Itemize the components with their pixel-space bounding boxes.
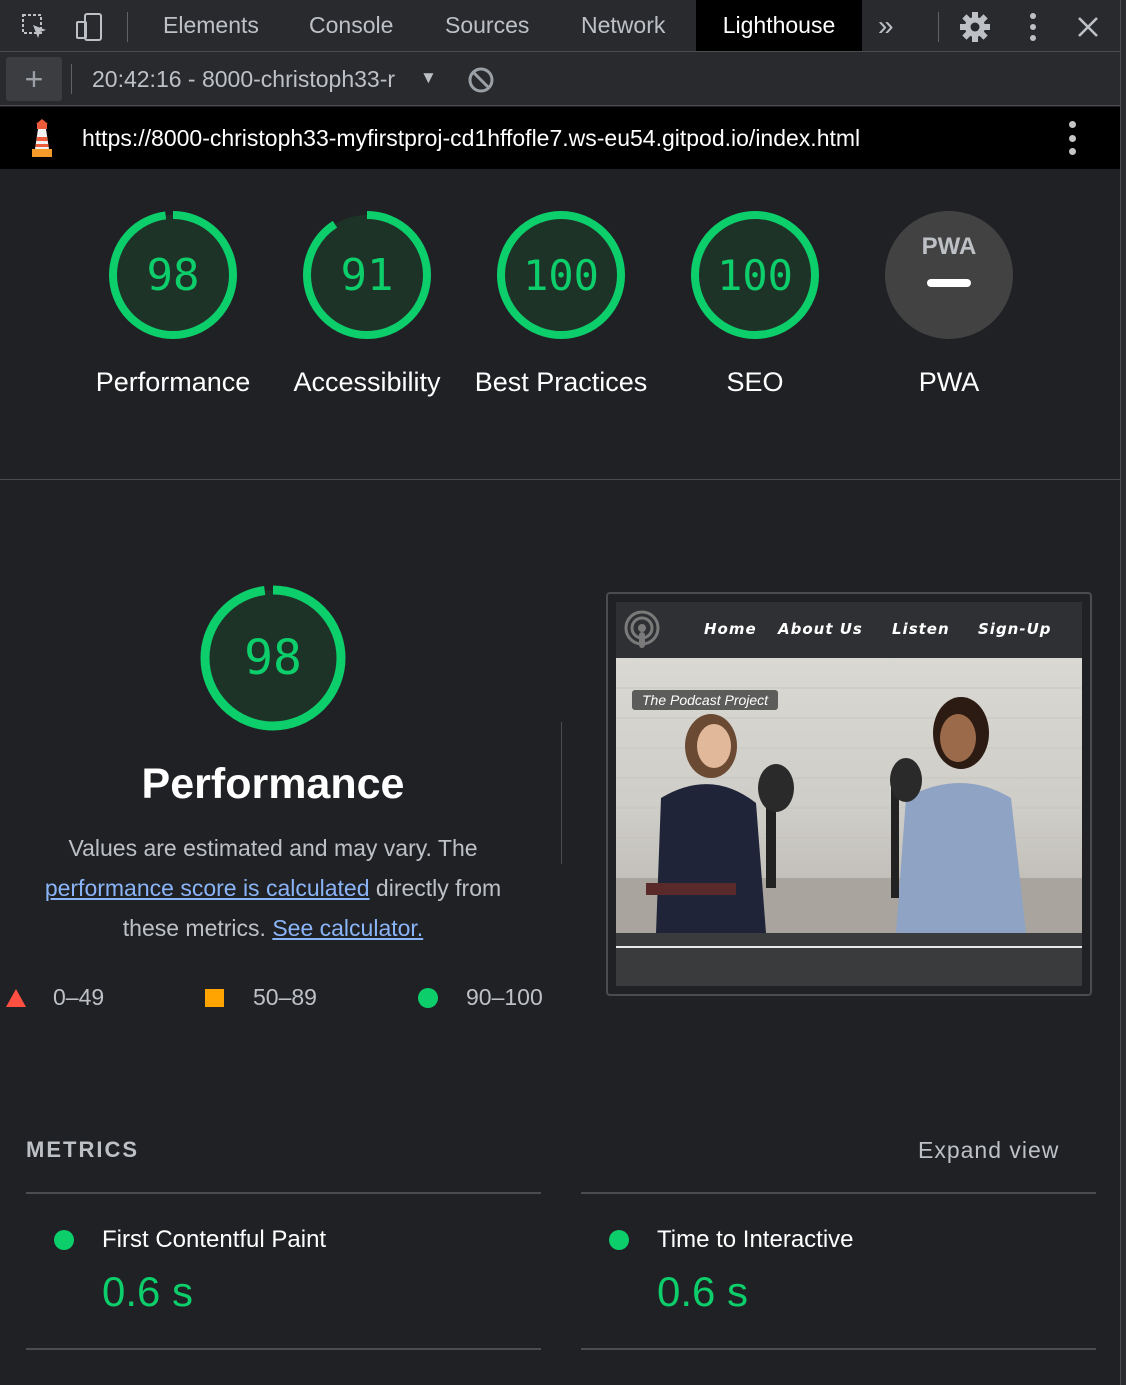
device-toolbar-icon[interactable]: [72, 10, 106, 44]
close-icon[interactable]: [1071, 10, 1105, 44]
tab-sources[interactable]: Sources: [423, 0, 551, 51]
page-screenshot: Home About Us Listen Sign-Up The Podcast…: [616, 602, 1082, 986]
devtools-tabbar: Elements Console Sources Network Lightho…: [0, 0, 1126, 52]
performance-title: Performance: [141, 760, 405, 808]
metric-first-contentful-paint: First Contentful Paint 0.6 s: [26, 1194, 541, 1349]
chevron-down-icon[interactable]: ▼: [420, 68, 437, 88]
podcast-icon: [624, 610, 660, 648]
gauge-label: Performance: [95, 367, 251, 397]
performance-description: Values are estimated and may vary. The p…: [20, 828, 526, 948]
lighthouse-toolbar: + 20:42:16 - 8000-christoph33-r ▼: [0, 52, 1126, 106]
report-url[interactable]: https://8000-christoph33-myfirstproj-cd1…: [82, 125, 860, 152]
gauge-label: PWA: [918, 367, 980, 397]
legend-range: 50–89: [253, 984, 317, 1010]
metric-value: 0.6 s: [657, 1268, 749, 1315]
pass-circle-icon: [418, 987, 438, 1008]
site-nav-about: About Us: [778, 620, 863, 638]
site-nav: Home About Us Listen Sign-Up: [616, 602, 1082, 658]
gauge-seo[interactable]: 100 SEO: [665, 210, 845, 402]
pwa-dash-icon: [927, 279, 971, 287]
legend-average: 50–89: [204, 984, 317, 1011]
gauge-label: SEO: [726, 367, 784, 397]
legend-range: 90–100: [466, 984, 543, 1010]
gauge-pwa[interactable]: PWA PWA: [859, 210, 1039, 402]
gauge-accessibility[interactable]: 91 Accessibility: [277, 210, 457, 402]
site-nav-signup: Sign-Up: [978, 620, 1052, 638]
score-calculation-link[interactable]: performance score is calculated: [45, 875, 370, 901]
metric-value: 0.6 s: [102, 1268, 194, 1315]
legend-fail: 0–49: [5, 984, 104, 1011]
legend-pass: 90–100: [417, 984, 543, 1011]
metric-time-to-interactive: Time to Interactive 0.6 s: [581, 1194, 1096, 1349]
gauge-score: 100: [717, 251, 793, 300]
gauge-label: Accessibility: [293, 367, 441, 397]
metric-name: Time to Interactive: [657, 1226, 854, 1253]
scrollbar[interactable]: [1120, 0, 1126, 1385]
report-selector[interactable]: 20:42:16 - 8000-christoph33-r: [92, 66, 412, 93]
tabbar-divider: [127, 12, 128, 42]
metrics-heading: METRICS: [26, 1137, 139, 1162]
tab-console[interactable]: Console: [287, 0, 415, 51]
pass-dot-icon: [54, 1230, 74, 1250]
toolbar-divider: [71, 64, 72, 94]
fail-triangle-icon: [6, 988, 26, 1007]
tab-elements[interactable]: Elements: [141, 0, 281, 51]
performance-score: 98: [244, 630, 302, 686]
new-report-button[interactable]: +: [6, 57, 62, 101]
tabbar-divider: [938, 12, 939, 42]
clear-reports-icon[interactable]: [467, 66, 495, 99]
see-calculator-link[interactable]: See calculator.: [272, 915, 423, 941]
report-menu-icon[interactable]: [1066, 121, 1078, 155]
report-url-bar: https://8000-christoph33-myfirstproj-cd1…: [0, 107, 1126, 169]
score-gauges: 98 Performance 91 Accessibility 100 Best…: [0, 170, 1120, 480]
site-nav-listen: Listen: [892, 620, 950, 638]
gauge-score: 91: [341, 250, 394, 301]
settings-gear-icon[interactable]: [958, 10, 992, 44]
site-nav-home: Home: [704, 620, 757, 638]
hero-image: The Podcast Project: [616, 658, 1082, 933]
gauge-score: 98: [147, 250, 200, 301]
lighthouse-logo-icon: [28, 119, 56, 162]
performance-big-gauge: 98: [199, 584, 347, 737]
gauge-score: 100: [523, 251, 599, 300]
gauge-performance[interactable]: 98 Performance: [83, 210, 263, 402]
tab-lighthouse[interactable]: Lighthouse: [696, 0, 862, 51]
metric-divider: [581, 1348, 1096, 1350]
description-text: Values are estimated and may vary. The: [68, 835, 478, 861]
inspect-element-icon[interactable]: [18, 10, 52, 44]
legend-range: 0–49: [53, 984, 105, 1010]
hero-tag: The Podcast Project: [632, 690, 779, 710]
pwa-badge-text: PWA: [922, 233, 977, 260]
final-screenshot[interactable]: Home About Us Listen Sign-Up The Podcast…: [606, 592, 1092, 996]
metric-name: First Contentful Paint: [102, 1226, 327, 1253]
tab-network[interactable]: Network: [559, 0, 687, 51]
section-divider: [561, 722, 562, 864]
more-tabs-icon[interactable]: »: [856, 0, 916, 51]
average-square-icon: [205, 988, 224, 1007]
gauge-label: Best Practices: [474, 367, 648, 397]
screenshot-divider: [616, 946, 1082, 948]
expand-view-button[interactable]: Expand view: [918, 1137, 1059, 1164]
gauge-best-practices[interactable]: 100 Best Practices: [471, 210, 651, 402]
pass-dot-icon: [609, 1230, 629, 1250]
customize-menu-icon[interactable]: [1016, 10, 1050, 44]
metric-divider: [26, 1348, 541, 1350]
